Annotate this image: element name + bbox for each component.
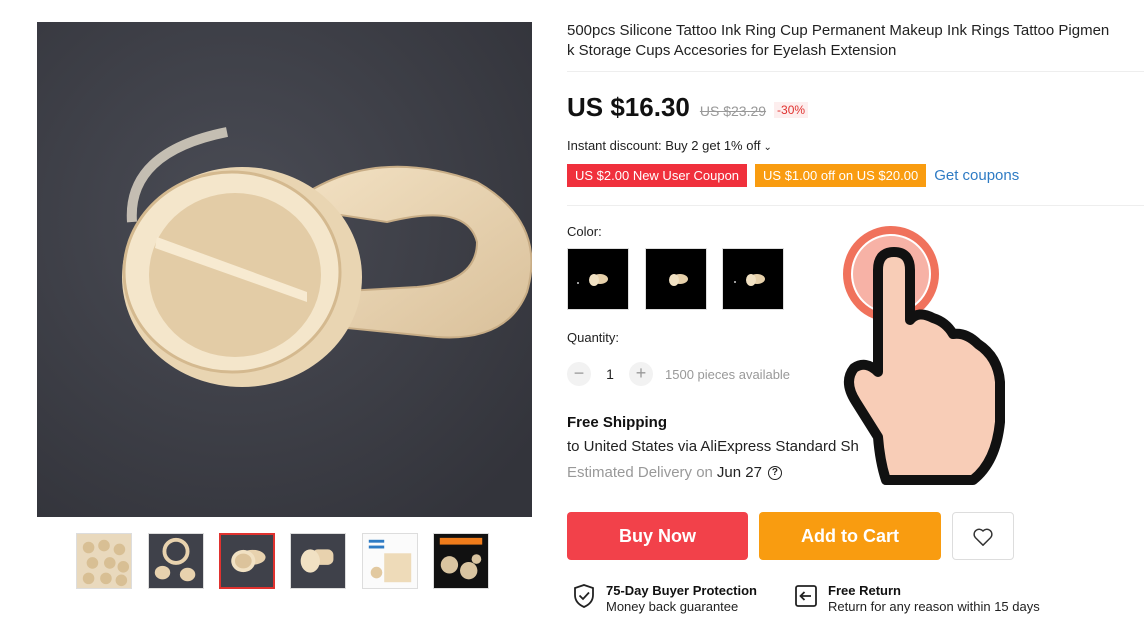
- product-title-line-2: k Storage Cups Accesories for Eyelash Ex…: [567, 42, 897, 59]
- free-return-title: Free Return: [828, 583, 901, 598]
- help-icon[interactable]: ?: [767, 465, 782, 480]
- shipping-title: Free Shipping: [567, 414, 668, 431]
- shipping-method[interactable]: to United States via AliExpress Standard…: [567, 438, 859, 455]
- color-swatch-3[interactable]: [722, 248, 784, 310]
- thumbnail-6[interactable]: [433, 533, 489, 589]
- quantity-decrease-button[interactable]: −: [567, 362, 591, 386]
- buyer-protection-title: 75-Day Buyer Protection: [606, 583, 757, 598]
- quantity-increase-button[interactable]: +: [629, 362, 653, 386]
- quantity-label: Quantity:: [567, 330, 620, 345]
- buyer-protection-subtitle: Money back guarantee: [606, 599, 739, 614]
- heart-icon: [973, 528, 993, 547]
- eta-label: Estimated Delivery on: [567, 464, 713, 481]
- quantity-stepper: − 1 + 1500 pieces available: [567, 362, 790, 386]
- store-coupon[interactable]: US $1.00 off on US $20.00: [755, 161, 927, 187]
- discount-badge: -30%: [774, 102, 809, 118]
- wishlist-button[interactable]: [952, 512, 1014, 560]
- product-main-image[interactable]: [37, 22, 532, 517]
- chevron-down-icon: ⌄: [763, 142, 772, 153]
- add-to-cart-button[interactable]: Add to Cart: [759, 512, 941, 560]
- thumbnail-4[interactable]: [290, 533, 346, 589]
- original-price: US $23.29: [699, 103, 767, 119]
- buy-now-button[interactable]: Buy Now: [567, 512, 748, 560]
- shield-check-icon: [574, 584, 594, 608]
- thumbnail-5[interactable]: [362, 533, 418, 589]
- tap-hand-icon: [843, 226, 1005, 485]
- product-title: 500pcs Silicone Tattoo Ink Ring Cup Perm…: [567, 21, 1144, 61]
- divider: [567, 205, 1144, 206]
- new-user-coupon[interactable]: US $2.00 New User Coupon: [567, 161, 748, 187]
- color-swatch-1[interactable]: [567, 248, 629, 310]
- free-return-subtitle: Return for any reason within 15 days: [828, 599, 1040, 614]
- thumbnail-3[interactable]: [219, 533, 275, 589]
- get-coupons-link[interactable]: Get coupons: [934, 167, 1019, 184]
- buyer-protection: 75-Day Buyer Protection Money back guara…: [572, 583, 757, 615]
- instant-discount[interactable]: Instant discount: Buy 2 get 1% off ⌄: [567, 138, 772, 153]
- thumbnail-1[interactable]: [76, 533, 132, 589]
- coupon-row: US $2.00 New User Coupon US $1.00 off on…: [567, 161, 1019, 187]
- divider: [567, 71, 1144, 72]
- product-title-line-1: 500pcs Silicone Tattoo Ink Ring Cup Perm…: [567, 22, 1110, 39]
- eta-date: Jun 27: [716, 464, 762, 481]
- instant-discount-text: Instant discount: Buy 2 get 1% off: [567, 138, 761, 153]
- return-icon: [795, 585, 817, 607]
- quantity-value[interactable]: 1: [591, 366, 629, 382]
- price-row: US $16.30 US $23.29 -30%: [567, 92, 809, 123]
- free-return: Free Return Return for any reason within…: [794, 583, 1040, 615]
- estimated-delivery: Estimated Delivery on Jun 27 ?: [567, 464, 782, 481]
- current-price: US $16.30: [567, 92, 690, 122]
- color-label: Color:: [567, 224, 602, 239]
- available-count: 1500 pieces available: [665, 366, 791, 382]
- color-swatch-2[interactable]: [645, 248, 707, 310]
- thumbnail-2[interactable]: [148, 533, 204, 589]
